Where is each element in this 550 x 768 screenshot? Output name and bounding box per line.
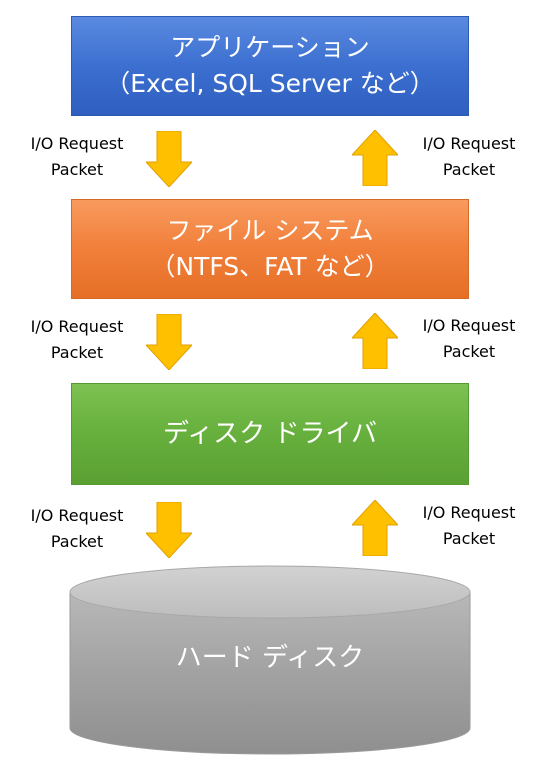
io-request-packet-label-down-2: I/O Request Packet: [12, 314, 142, 366]
io-request-packet-label-down-3: I/O Request Packet: [12, 503, 142, 555]
packet-label-line2: Packet: [50, 532, 104, 551]
packet-label-line1: I/O Request: [30, 317, 124, 336]
packet-label-line1: I/O Request: [30, 506, 124, 525]
hard-disk-label: ハード ディスク: [175, 643, 365, 673]
down-arrow-icon: [146, 314, 192, 370]
packet-label-line2: Packet: [50, 343, 104, 362]
io-request-packet-label-down-1: I/O Request Packet: [12, 131, 142, 183]
packet-label-line2: Packet: [50, 160, 104, 179]
packet-label-line2: Packet: [442, 529, 496, 548]
down-arrow-icon: [146, 502, 192, 558]
up-arrow-icon: [352, 313, 398, 369]
io-request-packet-label-up-3: I/O Request Packet: [404, 500, 534, 552]
hard-disk-top: [69, 565, 471, 619]
up-arrow-icon: [352, 500, 398, 556]
packet-label-line1: I/O Request: [30, 134, 124, 153]
down-arrow-icon: [146, 131, 192, 187]
packet-label-line2: Packet: [442, 160, 496, 179]
io-request-packet-label-up-1: I/O Request Packet: [404, 131, 534, 183]
io-request-packet-label-up-2: I/O Request Packet: [404, 313, 534, 365]
packet-label-line1: I/O Request: [422, 503, 516, 522]
packet-label-line1: I/O Request: [422, 316, 516, 335]
up-arrow-icon: [352, 130, 398, 186]
io-stack-diagram: アプリケーション （Excel, SQL Server など） ファイル システ…: [0, 0, 550, 768]
packet-label-line1: I/O Request: [422, 134, 516, 153]
packet-label-line2: Packet: [442, 342, 496, 361]
